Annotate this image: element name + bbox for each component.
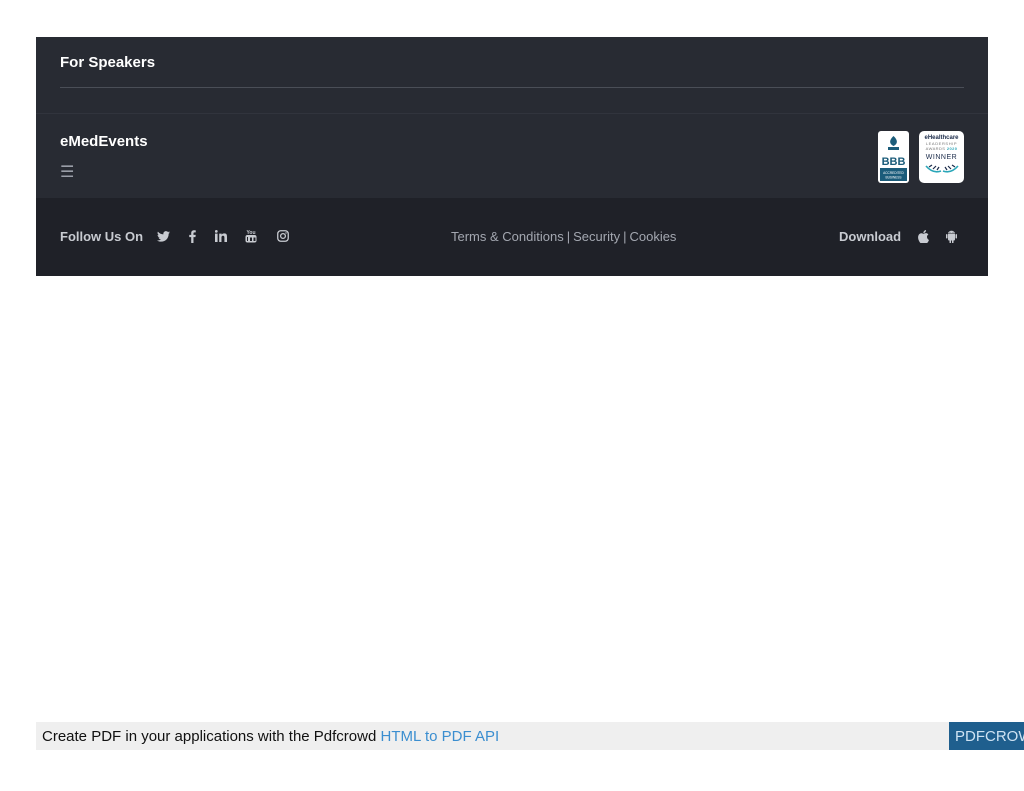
pdfcrowd-text: Create PDF in your applications with the… [42, 728, 500, 745]
menu-icon[interactable]: ☰ [60, 162, 74, 181]
award-line3: AWARDS 2020 [925, 146, 958, 151]
linkedin-icon[interactable] [212, 225, 230, 247]
site-footer: For Speakers eMedEvents ☰ BBB ACCREDITED… [36, 37, 988, 276]
apple-icon[interactable] [915, 226, 931, 246]
legal-links: Terms & Conditions | Security | Cookies [451, 229, 676, 244]
pdfcrowd-brand[interactable]: PDFCROWD [949, 722, 1024, 750]
cookies-link[interactable]: Cookies [629, 229, 676, 244]
instagram-icon[interactable] [274, 225, 292, 247]
link-separator: | [623, 229, 627, 244]
speakers-section: For Speakers [36, 37, 988, 113]
speakers-heading[interactable]: For Speakers [60, 54, 155, 71]
twitter-icon[interactable] [154, 225, 172, 247]
bbb-accredited-badge[interactable]: BBB ACCREDITED BUSINESS [878, 131, 909, 183]
youtube-icon[interactable]: You [242, 225, 260, 247]
link-separator: | [566, 229, 571, 244]
pdfcrowd-bar: Create PDF in your applications with the… [36, 722, 949, 750]
facebook-icon[interactable] [183, 225, 201, 247]
laurel-icon [924, 164, 959, 173]
ehealthcare-award-badge[interactable]: eHealthcare LEADERSHIP AWARDS 2020 WINNE… [919, 131, 964, 183]
download-label: Download [839, 229, 902, 244]
brand-section: eMedEvents ☰ BBB ACCREDITED BUSINESS eHe… [36, 113, 988, 199]
android-icon[interactable] [943, 226, 959, 246]
bbb-line2: BUSINESS [885, 176, 901, 180]
security-link[interactable]: Security [573, 229, 620, 244]
follow-us-label: Follow Us On [60, 229, 144, 244]
html-to-pdf-api-link[interactable]: HTML to PDF API [381, 728, 500, 745]
award-line4: WINNER [925, 154, 958, 161]
terms-link[interactable]: Terms & Conditions [451, 229, 564, 244]
brand-name[interactable]: eMedEvents [60, 133, 148, 150]
bottom-bar: Follow Us On You Terms & Conditions | Secu… [36, 198, 988, 276]
divider [60, 87, 964, 88]
bbb-line1: ACCREDITED [883, 171, 904, 175]
bbb-logo-text: BBB [882, 156, 906, 168]
